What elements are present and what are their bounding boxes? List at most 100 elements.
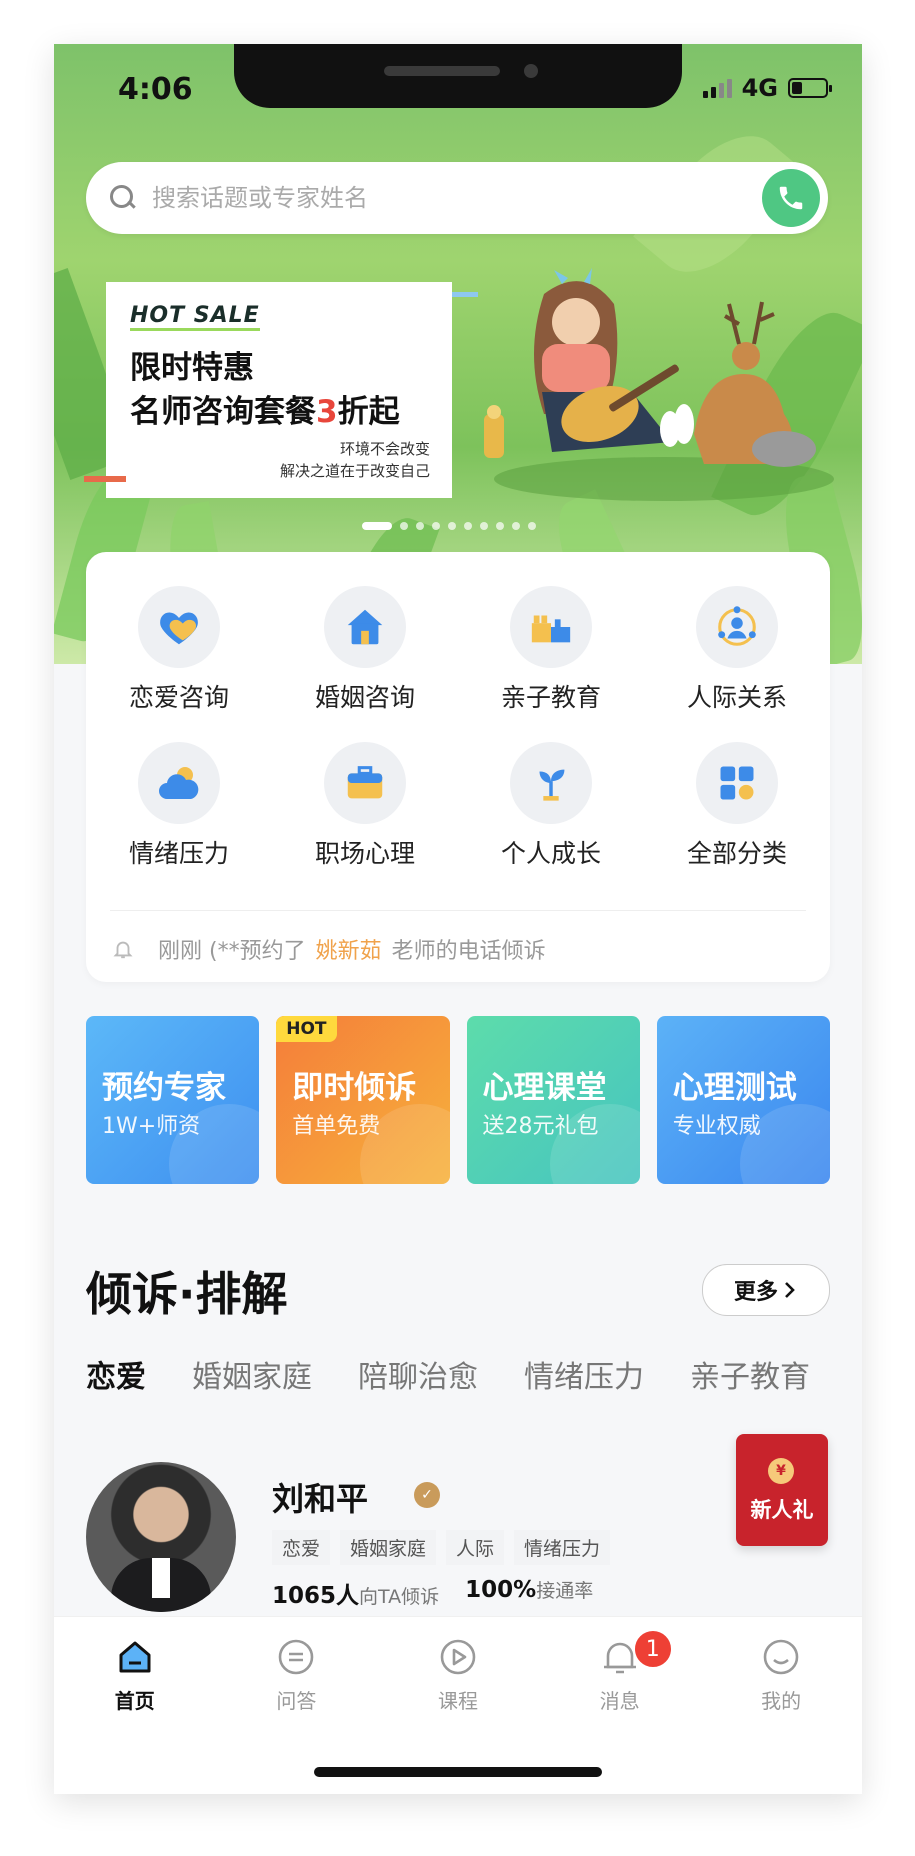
feature-book-expert[interactable]: 预约专家 1W+师资: [86, 1016, 260, 1184]
feature-title: 心理测试: [672, 1070, 797, 1106]
category-label: 全部分类: [686, 839, 787, 868]
banner-slogan-2: 解决之道在于改变自己: [279, 462, 430, 480]
tabbar-label: 问答: [276, 1689, 317, 1713]
tabbar-profile[interactable]: 我的: [700, 1635, 862, 1714]
feature-subtitle: 送28元礼包: [482, 1114, 599, 1139]
grid-icon: [696, 742, 778, 824]
promo-banner-card[interactable]: HOT SALE 限时特惠 名师咨询套餐3折起 环境不会改变 解决之道在于改变自…: [106, 282, 452, 498]
section-title: 倾诉·排解: [86, 1258, 318, 1324]
feature-instant-talk[interactable]: HOT 即时倾诉 首单免费: [276, 1016, 450, 1184]
status-time: 4:06: [118, 72, 193, 107]
feature-subtitle: 专业权威: [672, 1114, 761, 1139]
notice-teacher-name: 姚新茹: [315, 939, 382, 964]
briefcase-icon: [324, 742, 406, 824]
tab-marriage-family[interactable]: 婚姻家庭: [192, 1352, 312, 1396]
category-grid: 恋爱咨询 婚姻咨询 亲子教育 人际关系 情绪压力 职场心理 个人成长 全部分类: [86, 586, 830, 870]
verified-icon: ✓: [414, 1482, 440, 1508]
home-indicator[interactable]: [314, 1767, 602, 1777]
call-button[interactable]: [762, 169, 820, 227]
gift-label: 新人礼: [750, 1498, 814, 1522]
category-emotion[interactable]: 情绪压力: [86, 742, 272, 870]
category-workplace[interactable]: 职场心理: [272, 742, 458, 870]
category-relationships[interactable]: 人际关系: [644, 586, 830, 714]
notice-text: 老师的电话倾诉: [391, 939, 546, 964]
category-label: 职场心理: [314, 839, 415, 868]
category-label: 恋爱咨询: [128, 683, 229, 712]
phone-screen: 4:06 4G HOT SALE 限时特惠 名师咨询套餐3折起 环境不会改变 解…: [54, 44, 862, 1794]
profile-icon: [763, 1639, 799, 1675]
feature-psych-test[interactable]: 心理测试 专业权威: [656, 1016, 830, 1184]
connect-rate-label: 接通率: [536, 1580, 594, 1602]
more-button[interactable]: 更多: [702, 1264, 830, 1316]
bottom-tab-bar: 首页 问答 课程 1 消息 我的: [54, 1616, 862, 1794]
red-envelope-icon: [736, 1434, 828, 1546]
category-label: 情绪压力: [128, 839, 229, 868]
tabbar-qa[interactable]: 问答: [216, 1635, 378, 1714]
category-parenting[interactable]: 亲子教育: [458, 586, 644, 714]
banner-hot-sale: HOT SALE: [130, 304, 260, 331]
category-label: 亲子教育: [500, 683, 601, 712]
category-love[interactable]: 恋爱咨询: [86, 586, 272, 714]
category-label: 个人成长: [500, 839, 601, 868]
category-marriage[interactable]: 婚姻咨询: [272, 586, 458, 714]
tabbar-messages[interactable]: 1 消息: [539, 1629, 701, 1714]
expert-tag: 情绪压力: [514, 1530, 611, 1565]
people-icon: [696, 586, 778, 668]
avatar[interactable]: [86, 1462, 236, 1612]
phone-icon: [779, 186, 803, 210]
expert-stats: 1065人向TA倾诉 100%接通率: [272, 1576, 593, 1610]
home-icon: [119, 1641, 151, 1673]
talk-count: 1065人: [272, 1583, 360, 1609]
unread-badge: 1: [632, 1629, 673, 1669]
tabbar-label: 消息: [599, 1689, 640, 1713]
tabbar-label: 首页: [114, 1689, 155, 1713]
banner-headline: 限时特惠: [130, 350, 254, 386]
talk-count-label: 向TA倾诉: [359, 1586, 440, 1608]
heart-icon: [138, 586, 220, 668]
search-input[interactable]: [150, 183, 762, 213]
tab-parenting[interactable]: 亲子教育: [690, 1352, 810, 1396]
banner-slogan-1: 环境不会改变: [339, 440, 430, 458]
tabbar-home[interactable]: 首页: [54, 1635, 216, 1714]
expert-tag: 恋爱: [272, 1530, 331, 1565]
expert-tag: 人际: [446, 1530, 505, 1565]
feature-title: 预约专家: [102, 1070, 226, 1106]
banner-pagination[interactable]: [362, 522, 536, 530]
tab-emotion-stress[interactable]: 情绪压力: [524, 1352, 644, 1396]
search-bar[interactable]: [86, 162, 828, 234]
expert-tags: 恋爱 婚姻家庭 人际 情绪压力: [272, 1530, 611, 1565]
category-card: 恋爱咨询 婚姻咨询 亲子教育 人际关系 情绪压力 职场心理 个人成长 全部分类 …: [86, 552, 830, 982]
banner-offer: 名师咨询套餐3折起: [130, 394, 400, 430]
device-notch: [234, 44, 682, 108]
banner-illustration: [484, 268, 834, 501]
topic-tabs: 恋爱 婚姻家庭 陪聊治愈 情绪压力 亲子教育: [86, 1352, 862, 1396]
search-icon: [110, 185, 136, 211]
new-user-gift[interactable]: ¥ 新人礼: [734, 1434, 830, 1584]
feature-title: 即时倾诉: [292, 1070, 417, 1106]
divider: [110, 910, 806, 911]
category-growth[interactable]: 个人成长: [458, 742, 644, 870]
play-icon: [440, 1639, 476, 1675]
chat-icon: [279, 1639, 314, 1675]
feature-cards: 预约专家 1W+师资 HOT 即时倾诉 首单免费 心理课堂 送28元礼包 心理测…: [86, 1016, 830, 1184]
category-all[interactable]: 全部分类: [644, 742, 830, 870]
status-bar-right: 4G: [702, 74, 832, 102]
blocks-icon: [510, 586, 592, 668]
expert-tag: 婚姻家庭: [340, 1530, 437, 1565]
tab-companion-healing[interactable]: 陪聊治愈: [358, 1352, 478, 1396]
signal-icon: [702, 78, 732, 98]
category-label: 人际关系: [686, 683, 787, 712]
coin-icon: ¥: [768, 1458, 794, 1484]
connect-rate: 100%: [465, 1577, 537, 1603]
expert-card[interactable]: 刘和平 ✓ 恋爱 婚姻家庭 人际 情绪压力 1065人向TA倾诉 100%接通率: [86, 1462, 830, 1612]
hot-badge: HOT: [276, 1016, 337, 1042]
tabbar-courses[interactable]: 课程: [377, 1635, 539, 1714]
cloud-sun-icon: [138, 742, 220, 824]
tabbar-label: 课程: [437, 1689, 478, 1713]
sprout-icon: [510, 742, 592, 824]
expert-name: 刘和平: [272, 1480, 369, 1518]
feature-psych-class[interactable]: 心理课堂 送28元礼包: [466, 1016, 640, 1184]
tab-love[interactable]: 恋爱: [86, 1352, 146, 1396]
booking-notice[interactable]: 刚刚 (**预约了 姚新茹 老师的电话倾诉: [112, 924, 546, 974]
tabbar-label: 我的: [761, 1689, 802, 1713]
